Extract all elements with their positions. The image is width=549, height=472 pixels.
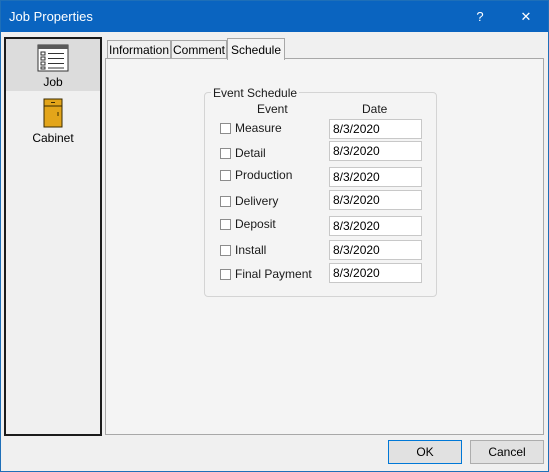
close-icon: ✕ <box>520 8 532 24</box>
deposit-checkbox[interactable]: Deposit <box>220 216 340 232</box>
navigation-pane: Job Cabinet <box>4 37 102 436</box>
deposit-date-field[interactable]: 8/3/2020 <box>329 216 422 236</box>
install-date-field[interactable]: 8/3/2020 <box>329 240 422 260</box>
ok-button-label: OK <box>416 445 434 459</box>
cancel-button[interactable]: Cancel <box>470 440 544 464</box>
checkbox-box[interactable] <box>220 218 231 230</box>
delivery-label: Delivery <box>235 194 279 208</box>
final-payment-checkbox[interactable]: Final Payment <box>220 266 340 282</box>
tab-information-label: Information <box>108 43 170 57</box>
ok-button[interactable]: OK <box>388 440 462 464</box>
checkbox-box[interactable] <box>220 169 231 181</box>
help-icon: ? <box>476 9 484 24</box>
checklist-icon <box>37 44 69 72</box>
delivery-date-field[interactable]: 8/3/2020 <box>329 190 422 210</box>
measure-date-field[interactable]: 8/3/2020 <box>329 119 422 139</box>
install-label: Install <box>235 243 267 257</box>
install-checkbox[interactable]: Install <box>220 242 340 258</box>
checkbox-box[interactable] <box>220 147 231 159</box>
delivery-checkbox[interactable]: Delivery <box>220 193 340 209</box>
nav-item-cabinet[interactable]: Cabinet <box>6 93 100 145</box>
final-payment-label: Final Payment <box>235 267 312 281</box>
tab-comment-label: Comment <box>172 43 225 57</box>
nav-item-job[interactable]: Job <box>6 39 100 91</box>
tab-comment[interactable]: Comment <box>171 40 227 59</box>
deposit-label: Deposit <box>235 217 276 231</box>
detail-label: Detail <box>235 146 266 160</box>
tab-schedule[interactable]: Schedule <box>227 38 285 60</box>
measure-label: Measure <box>235 121 282 135</box>
detail-checkbox[interactable]: Detail <box>220 145 340 161</box>
cabinet-icon <box>43 98 63 128</box>
tab-information[interactable]: Information <box>107 40 171 59</box>
nav-item-job-label: Job <box>43 75 63 89</box>
close-button[interactable]: ✕ <box>503 1 549 32</box>
checkbox-box[interactable] <box>220 268 231 280</box>
production-date-field[interactable]: 8/3/2020 <box>329 167 422 187</box>
checkbox-box[interactable] <box>220 244 231 256</box>
title-bar[interactable]: Job Properties ? ✕ <box>1 1 548 32</box>
detail-date-field[interactable]: 8/3/2020 <box>329 141 422 161</box>
tab-schedule-label: Schedule <box>230 42 282 57</box>
event-schedule-title: Event Schedule <box>211 86 300 100</box>
measure-checkbox[interactable]: Measure <box>220 120 340 136</box>
checkbox-box[interactable] <box>220 195 231 207</box>
nav-item-cabinet-label: Cabinet <box>32 131 74 145</box>
event-column-header: Event <box>257 102 288 116</box>
cancel-button-label: Cancel <box>488 445 526 459</box>
window-title: Job Properties <box>9 9 93 24</box>
help-button[interactable]: ? <box>457 1 503 32</box>
date-column-header: Date <box>362 102 388 116</box>
production-checkbox[interactable]: Production <box>220 167 340 183</box>
checkbox-box[interactable] <box>220 122 231 134</box>
final-payment-date-field[interactable]: 8/3/2020 <box>329 263 422 283</box>
production-label: Production <box>235 168 293 182</box>
